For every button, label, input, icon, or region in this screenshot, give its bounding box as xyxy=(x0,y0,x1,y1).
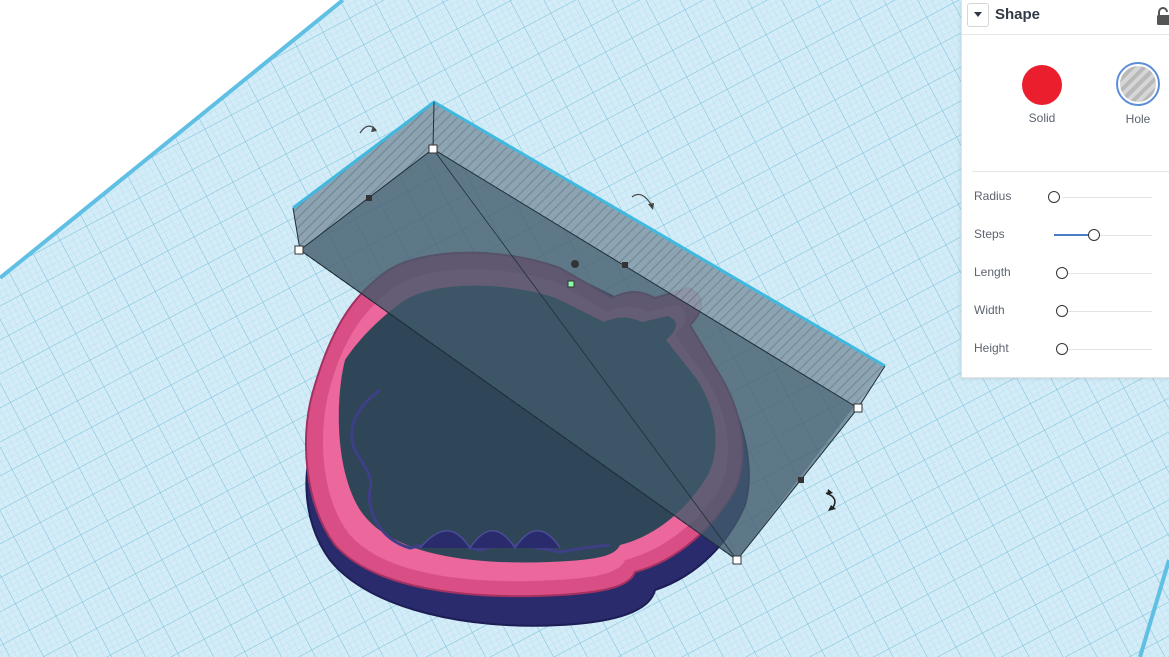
hole-swatch[interactable] xyxy=(1116,62,1160,106)
edge-handle xyxy=(798,477,804,483)
solid-option[interactable]: Solid xyxy=(1007,64,1077,125)
hole-option[interactable]: Hole xyxy=(1103,62,1169,126)
param-radius: Radius xyxy=(974,187,1169,207)
corner-handle xyxy=(294,245,304,255)
slider-track[interactable] xyxy=(1062,273,1152,274)
unlocked-padlock-icon[interactable] xyxy=(1156,7,1169,25)
caret-down-icon xyxy=(974,12,982,17)
slider-fill xyxy=(1054,234,1092,236)
slider-thumb[interactable] xyxy=(1048,191,1060,203)
slider-thumb[interactable] xyxy=(1056,305,1068,317)
slider-thumb[interactable] xyxy=(1056,343,1068,355)
slider-track[interactable] xyxy=(1062,349,1152,350)
panel-header: Shape xyxy=(962,0,1169,35)
lift-handle xyxy=(571,260,579,268)
hole-pattern-icon xyxy=(1120,66,1156,102)
panel-divider xyxy=(972,171,1169,172)
panel-title: Shape xyxy=(995,6,1041,23)
collapse-button[interactable] xyxy=(967,3,989,27)
slider-thumb[interactable] xyxy=(1088,229,1100,241)
param-width: Width xyxy=(974,301,1169,321)
param-label: Width xyxy=(974,303,1005,317)
param-label: Steps xyxy=(974,227,1005,241)
corner-handle xyxy=(428,144,438,154)
edge-handle xyxy=(366,195,372,201)
solid-color-swatch[interactable] xyxy=(1022,65,1062,105)
height-handle xyxy=(567,280,575,288)
slider-track[interactable] xyxy=(1062,197,1152,198)
param-length: Length xyxy=(974,263,1169,283)
shape-inspector-panel: Shape Solid Hole Radius Steps Length Wid… xyxy=(961,0,1169,378)
edge-handle xyxy=(622,262,628,268)
hole-label: Hole xyxy=(1125,112,1151,126)
slider-track[interactable] xyxy=(1062,311,1152,312)
solid-label: Solid xyxy=(1028,111,1056,125)
param-label: Length xyxy=(974,265,1011,279)
corner-handle xyxy=(732,555,742,565)
corner-handle xyxy=(853,403,863,413)
param-height: Height xyxy=(974,339,1169,359)
param-steps: Steps xyxy=(974,225,1169,245)
param-label: Height xyxy=(974,341,1009,355)
slider-thumb[interactable] xyxy=(1056,267,1068,279)
param-label: Radius xyxy=(974,189,1012,203)
